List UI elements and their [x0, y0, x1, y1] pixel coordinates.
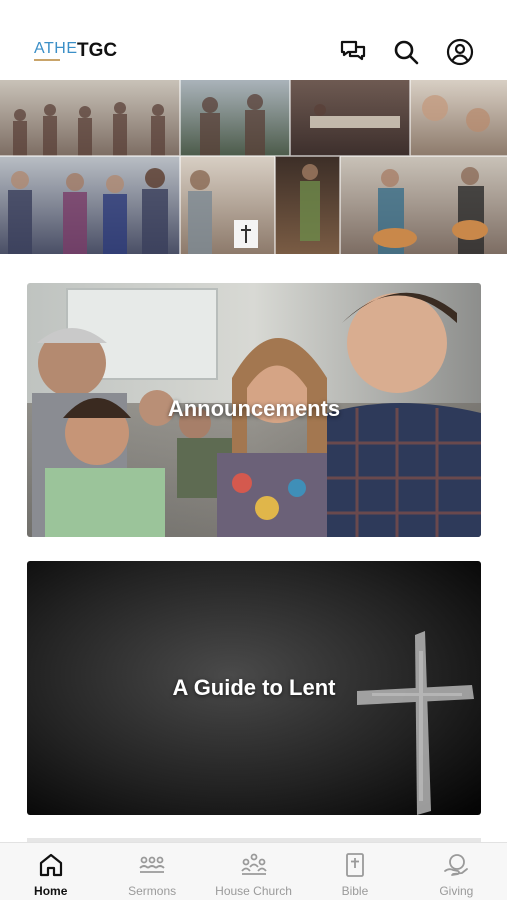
- tab-house-church[interactable]: House Church: [203, 843, 304, 900]
- search-icon[interactable]: [391, 37, 421, 67]
- tab-label-house-church: House Church: [215, 884, 292, 898]
- tab-label-giving: Giving: [439, 884, 474, 898]
- tab-home[interactable]: Home: [0, 843, 101, 900]
- home-icon: [39, 853, 62, 877]
- tab-bible[interactable]: Bible: [304, 843, 405, 900]
- lent-guide-title: A Guide to Lent: [172, 675, 336, 700]
- tab-label-home: Home: [34, 884, 68, 898]
- app-header: ATHE TGC: [0, 0, 507, 80]
- tab-giving[interactable]: Giving: [406, 843, 507, 900]
- tab-label-bible: Bible: [341, 884, 369, 898]
- bottom-tab-bar: Home Sermons House Church Bible Giving: [0, 842, 507, 900]
- giving-icon: [444, 854, 469, 876]
- sermons-icon: [139, 856, 165, 873]
- app-title: TGC: [77, 40, 118, 61]
- lent-guide-card[interactable]: A Guide to Lent: [27, 561, 481, 815]
- house-church-icon: [240, 853, 267, 875]
- announcements-title: Announcements: [167, 396, 341, 421]
- logo-underline: [34, 59, 60, 61]
- collage-image: [0, 80, 507, 254]
- profile-icon[interactable]: [445, 37, 475, 67]
- tab-sermons[interactable]: Sermons: [101, 843, 202, 900]
- chat-icon[interactable]: [338, 37, 368, 67]
- tab-label-sermons: Sermons: [128, 884, 177, 898]
- photo-collage-banner[interactable]: [0, 80, 507, 254]
- announcements-card[interactable]: Announcements: [27, 283, 481, 537]
- bible-icon: [346, 853, 364, 877]
- church-logo[interactable]: ATHE: [34, 40, 77, 58]
